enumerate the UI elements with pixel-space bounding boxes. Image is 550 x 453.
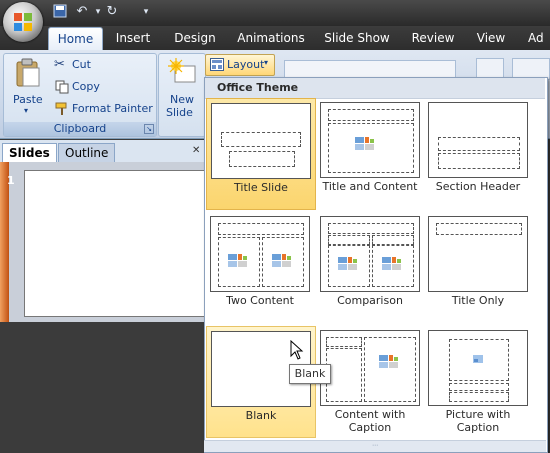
layout-comparison[interactable]: Comparison bbox=[316, 212, 424, 322]
new-slide-icon bbox=[168, 58, 196, 83]
content-placeholder-icon bbox=[228, 254, 247, 267]
layout-thumbnail bbox=[210, 216, 310, 292]
dialog-launcher-icon[interactable]: ↘ bbox=[144, 124, 154, 134]
slide-thumbnail[interactable] bbox=[24, 170, 211, 317]
cut-button[interactable]: ✂ Cut bbox=[54, 57, 154, 73]
save-icon[interactable] bbox=[52, 4, 68, 20]
layout-section-header[interactable]: Section Header bbox=[424, 98, 532, 208]
tooltip: Blank bbox=[289, 364, 331, 384]
redo-icon[interactable]: ↻ bbox=[104, 4, 120, 20]
layout-thumbnail bbox=[320, 330, 420, 406]
layout-label: Section Header bbox=[435, 180, 521, 193]
layout-title-only[interactable]: Title Only bbox=[424, 212, 532, 322]
new-slide-label-line1: New bbox=[170, 93, 194, 106]
tab-slides[interactable]: Slides bbox=[2, 143, 57, 163]
layout-label: Title Slide bbox=[234, 181, 288, 194]
gallery-resize-bar[interactable]: ⋯ bbox=[204, 440, 546, 452]
tab-design[interactable]: Design bbox=[170, 27, 220, 50]
grip-icon: ⋯ bbox=[372, 442, 378, 449]
tab-animations[interactable]: Animations bbox=[236, 27, 306, 50]
tab-add-ins[interactable]: Ad bbox=[528, 27, 550, 50]
paste-dropdown-icon: ▾ bbox=[24, 106, 29, 115]
cut-label: Cut bbox=[72, 58, 91, 71]
slide-number: 1 bbox=[7, 174, 15, 187]
customize-quick-access-icon[interactable]: ▾ bbox=[138, 4, 154, 20]
layout-thumbnail bbox=[320, 102, 420, 178]
content-placeholder-icon bbox=[272, 254, 291, 267]
layout-content-with-caption[interactable]: Content with Caption bbox=[316, 326, 424, 436]
format-painter-button[interactable]: Format Painter bbox=[54, 101, 154, 117]
tab-home[interactable]: Home bbox=[48, 27, 103, 51]
content-placeholder-icon bbox=[382, 257, 401, 270]
mouse-cursor-icon bbox=[290, 340, 304, 360]
close-pane-icon[interactable]: ✕ bbox=[192, 145, 200, 156]
clipboard-icon bbox=[16, 58, 40, 87]
paste-button[interactable]: Paste ▾ bbox=[9, 56, 47, 118]
layout-label: Comparison bbox=[337, 294, 403, 307]
tab-view[interactable]: View bbox=[472, 27, 510, 50]
layout-label: Two Content bbox=[226, 294, 294, 307]
layout-thumbnail bbox=[428, 102, 528, 178]
font-name-box[interactable] bbox=[284, 60, 456, 78]
scissors-icon: ✂ bbox=[54, 57, 65, 72]
copy-icon bbox=[55, 80, 69, 94]
layout-label: Picture with Caption bbox=[445, 408, 511, 434]
clipboard-group-label: Clipboard bbox=[4, 122, 156, 136]
layout-dropdown-icon: ▾ bbox=[264, 58, 269, 67]
layout-two-content[interactable]: Two Content bbox=[206, 212, 314, 322]
format-painter-icon bbox=[55, 102, 67, 115]
gallery-header: Office Theme bbox=[205, 78, 545, 99]
layout-title-and-content[interactable]: Title and Content bbox=[316, 98, 424, 208]
layout-thumbnail bbox=[428, 216, 528, 292]
tab-insert[interactable]: Insert bbox=[110, 27, 156, 50]
layout-thumbnail bbox=[428, 330, 528, 406]
copy-label: Copy bbox=[72, 80, 100, 93]
picture-placeholder-icon bbox=[473, 355, 483, 363]
content-placeholder-icon bbox=[338, 257, 357, 270]
layout-icon bbox=[210, 58, 224, 71]
layout-button[interactable]: Layout ▾ bbox=[205, 54, 275, 76]
content-placeholder-icon bbox=[379, 355, 398, 368]
layout-thumbnail bbox=[320, 216, 420, 292]
gallery-header-label: Office Theme bbox=[217, 81, 299, 94]
tab-slide-show[interactable]: Slide Show bbox=[322, 27, 392, 50]
copy-button[interactable]: Copy bbox=[54, 79, 154, 95]
tab-outline[interactable]: Outline bbox=[58, 143, 116, 163]
new-slide-label-line2: Slide bbox=[166, 106, 193, 119]
office-logo-icon bbox=[14, 13, 32, 31]
layout-label: Blank bbox=[245, 409, 277, 422]
tab-review[interactable]: Review bbox=[408, 27, 458, 50]
layout-label: Title Only bbox=[451, 294, 505, 307]
layout-title-slide[interactable]: Title Slide bbox=[206, 98, 316, 210]
format-painter-label: Format Painter bbox=[72, 102, 153, 115]
layout-label: Title and Content bbox=[322, 180, 418, 193]
layout-label: Layout bbox=[227, 58, 265, 71]
new-slide-button[interactable]: New Slide bbox=[162, 57, 202, 119]
office-button[interactable] bbox=[3, 2, 43, 42]
undo-icon[interactable]: ↶ bbox=[74, 4, 90, 20]
layout-label: Content with Caption bbox=[334, 408, 406, 434]
layout-picture-with-caption[interactable]: Picture with Caption bbox=[424, 326, 532, 436]
content-placeholder-icon bbox=[355, 137, 374, 150]
layout-thumbnail bbox=[211, 103, 311, 179]
paste-label: Paste bbox=[13, 93, 43, 106]
